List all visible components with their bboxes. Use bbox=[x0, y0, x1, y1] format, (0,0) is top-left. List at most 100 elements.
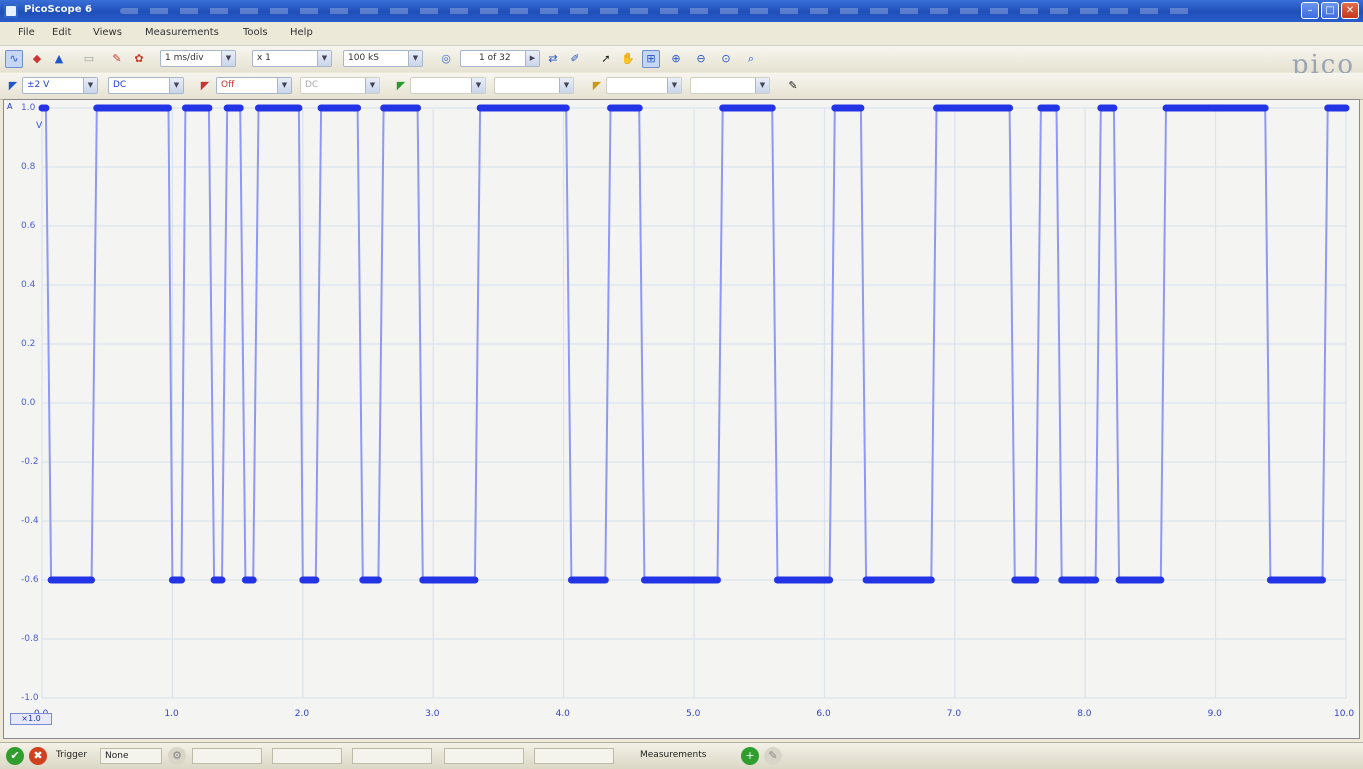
window-controls: – □ ✕ bbox=[1301, 2, 1359, 19]
chevron-down-icon: ▼ bbox=[365, 78, 379, 93]
ruler-icon: ⇄ bbox=[548, 52, 558, 65]
zoom-in-icon: ⊕ bbox=[671, 52, 681, 65]
stop-icon: ✖ bbox=[33, 749, 43, 762]
menu-file[interactable]: File bbox=[18, 27, 35, 38]
menu-views[interactable]: Views bbox=[93, 27, 122, 38]
timebase-select[interactable]: 1 ms/div ▼ bbox=[160, 50, 236, 67]
y-tick-label: -0.2 bbox=[21, 457, 39, 467]
zoom-box-icon: ⊞ bbox=[646, 52, 656, 65]
spectrum-mode-button[interactable]: ▲ bbox=[50, 50, 68, 68]
channel-d-coupling-select[interactable]: ▼ bbox=[690, 77, 770, 94]
title-bar: PicoScope 6 – □ ✕ bbox=[0, 0, 1363, 22]
channel-a-coupling-select[interactable]: DC ▼ bbox=[108, 77, 184, 94]
x-tick-label: 2.0 bbox=[294, 709, 310, 719]
channel-c-range-select[interactable]: ▼ bbox=[410, 77, 486, 94]
persistence-mode-button[interactable]: ◆ bbox=[28, 50, 46, 68]
menu-tools[interactable]: Tools bbox=[243, 27, 268, 38]
chevron-right-icon: ▶ bbox=[525, 51, 539, 66]
menu-help[interactable]: Help bbox=[290, 27, 313, 38]
y-tick-label: 1.0 bbox=[21, 103, 36, 113]
channel-c-button[interactable]: ◤ bbox=[392, 77, 410, 95]
chevron-down-icon: ▼ bbox=[755, 78, 769, 93]
stop-capture-button[interactable]: ✖ bbox=[29, 747, 47, 765]
select-tool-button[interactable]: ➚ bbox=[597, 50, 615, 68]
minimize-button[interactable]: – bbox=[1301, 2, 1319, 19]
menu-edit[interactable]: Edit bbox=[52, 27, 71, 38]
signal-generator-button[interactable]: ✿ bbox=[130, 50, 148, 68]
channel-a-range-select[interactable]: ±2 V ▼ bbox=[22, 77, 98, 94]
buffer-navigator[interactable]: 1 of 32 ▶ bbox=[460, 50, 540, 67]
channel-d-range-select[interactable]: ▼ bbox=[606, 77, 682, 94]
zoom-full-button[interactable]: ⊙ bbox=[717, 50, 735, 68]
menu-measurements[interactable]: Measurements bbox=[145, 27, 219, 38]
signal-generator-icon: ✿ bbox=[134, 52, 144, 65]
zoom-scale-tag[interactable]: ×1.0 bbox=[10, 713, 52, 725]
scope-mode-button[interactable]: ∿ bbox=[5, 50, 23, 68]
add-measurement-button[interactable]: + bbox=[741, 747, 759, 765]
zoom-box-tool-button[interactable]: ⊞ bbox=[642, 50, 660, 68]
chevron-down-icon: ▼ bbox=[277, 78, 291, 93]
buffer-overview-button[interactable]: ◎ bbox=[437, 50, 455, 68]
edit-icon: ✎ bbox=[768, 749, 778, 762]
trigger-direction-select[interactable] bbox=[352, 748, 432, 764]
channel-d-button[interactable]: ◤ bbox=[588, 77, 606, 95]
scope-view[interactable]: A V 1.0 0.8 0.6 0.4 0.2 0.0 -0.2 -0.4 -0.6 -0.8 -1… bbox=[3, 99, 1360, 739]
trigger-threshold-field[interactable] bbox=[272, 748, 342, 764]
measurements-label: Measurements bbox=[640, 750, 707, 760]
chevron-down-icon: ▼ bbox=[667, 78, 681, 93]
advanced-trigger-button[interactable]: ⚙ bbox=[168, 747, 186, 765]
chevron-down-icon: ▼ bbox=[317, 51, 331, 66]
title-bar-detail bbox=[120, 8, 1200, 14]
notes-button[interactable]: ✐ bbox=[566, 50, 584, 68]
hand-icon: ✋ bbox=[621, 52, 635, 65]
edit-measurement-button[interactable]: ✎ bbox=[764, 747, 782, 765]
channel-a-icon: ◤ bbox=[8, 79, 18, 92]
channel-c-icon: ◤ bbox=[396, 79, 406, 92]
zoom-in-button[interactable]: ⊕ bbox=[667, 50, 685, 68]
zoom-select[interactable]: x 1 ▼ bbox=[252, 50, 332, 67]
probe-settings-icon: ✎ bbox=[788, 79, 798, 92]
pre-trigger-field[interactable] bbox=[444, 748, 524, 764]
channel-b-range-select[interactable]: Off ▼ bbox=[216, 77, 292, 94]
channel-a-button[interactable]: ◤ bbox=[4, 77, 22, 95]
spectrum-icon: ▲ bbox=[54, 52, 64, 65]
persistence-icon: ◆ bbox=[32, 52, 42, 65]
rulers-button[interactable]: ⇄ bbox=[544, 50, 562, 68]
zoom-out-button[interactable]: ⊖ bbox=[692, 50, 710, 68]
zoom-undo-button[interactable]: ⌕ bbox=[742, 50, 760, 68]
maximize-button[interactable]: □ bbox=[1321, 2, 1339, 19]
x-tick-label: 7.0 bbox=[946, 709, 962, 719]
y-tick-label: -0.6 bbox=[21, 575, 39, 585]
start-capture-button[interactable]: ✔ bbox=[6, 747, 24, 765]
channel-b-icon: ◤ bbox=[200, 79, 210, 92]
scope-icon: ∿ bbox=[9, 52, 19, 65]
chevron-down-icon: ▼ bbox=[169, 78, 183, 93]
channel-icon: ▭ bbox=[83, 52, 95, 65]
y-tick-label: 0.4 bbox=[21, 280, 36, 290]
status-bar: ✔ ✖ Trigger None ⚙ Measurements + ✎ bbox=[0, 742, 1363, 769]
y-tick-label: -0.4 bbox=[21, 516, 39, 526]
close-button[interactable]: ✕ bbox=[1341, 2, 1359, 19]
channel-b-button[interactable]: ◤ bbox=[196, 77, 214, 95]
waveform-plot[interactable] bbox=[4, 100, 1359, 738]
y-tick-label: 0.2 bbox=[21, 339, 36, 349]
trigger-delay-field[interactable] bbox=[534, 748, 614, 764]
probe-settings-button[interactable]: ✎ bbox=[784, 77, 802, 95]
x-tick-label: 6.0 bbox=[816, 709, 831, 719]
samples-select[interactable]: 100 kS ▼ bbox=[343, 50, 423, 67]
probe-icon: ✎ bbox=[112, 52, 122, 65]
x-tick-label: 4.0 bbox=[555, 709, 570, 719]
zoom-out-icon: ⊖ bbox=[696, 52, 706, 65]
channel-options-button[interactable]: ▭ bbox=[80, 50, 98, 68]
channel-toolbar: ◤ ±2 V ▼ DC ▼ ◤ Off ▼ DC ▼ ◤ ▼ ▼ ◤ ▼ ▼ ✎ bbox=[0, 73, 1363, 100]
chevron-down-icon: ▼ bbox=[83, 78, 97, 93]
hand-tool-button[interactable]: ✋ bbox=[619, 50, 637, 68]
trigger-label: Trigger bbox=[56, 750, 88, 760]
probe-button[interactable]: ✎ bbox=[108, 50, 126, 68]
trigger-source-select[interactable] bbox=[192, 748, 262, 764]
y-axis-unit: V bbox=[36, 121, 43, 131]
channel-c-coupling-select[interactable]: ▼ bbox=[494, 77, 574, 94]
channel-b-coupling-select[interactable]: DC ▼ bbox=[300, 77, 380, 94]
menu-bar: File Edit Views Measurements Tools Help bbox=[0, 22, 1363, 46]
trigger-mode-select[interactable]: None bbox=[100, 748, 162, 764]
